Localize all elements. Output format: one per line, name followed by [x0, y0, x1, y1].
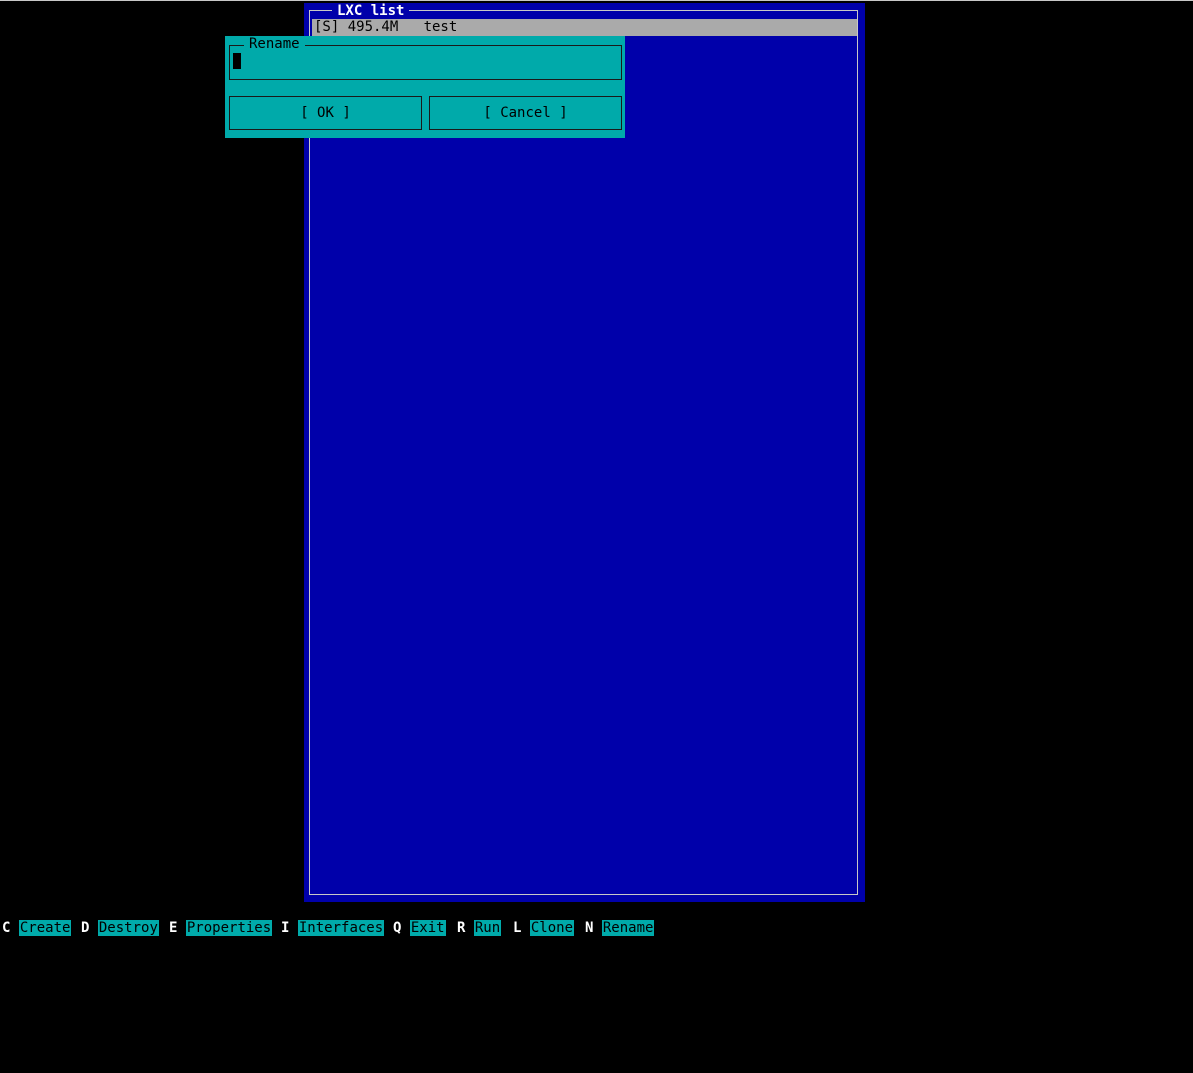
- ok-button[interactable]: [ OK ]: [229, 96, 422, 130]
- rename-field-label: Rename: [244, 36, 305, 52]
- lxc-list-title: LXC list: [332, 3, 410, 19]
- hotkey-label: Clone: [529, 920, 575, 936]
- hotkey-label: Destroy: [97, 920, 159, 936]
- hotkey-label: Run: [473, 920, 502, 936]
- hotkey-properties[interactable]: E Properties: [169, 920, 273, 937]
- hotkey-key: D: [81, 920, 90, 936]
- hotkey-bar: C Create D Destroy E Properties I Interf…: [0, 920, 655, 937]
- hotkey-key: L: [513, 920, 522, 936]
- hotkey-create[interactable]: C Create: [2, 920, 72, 937]
- hotkey-label: Exit: [409, 920, 446, 936]
- rename-dialog: Rename [ OK ] [ Cancel ]: [225, 36, 625, 138]
- hotkey-rename[interactable]: N Rename: [585, 920, 655, 937]
- rename-input[interactable]: [233, 53, 613, 71]
- hotkey-label: Create: [18, 920, 72, 936]
- hotkey-key: N: [585, 920, 594, 936]
- hotkey-exit[interactable]: Q Exit: [393, 920, 446, 937]
- container-list-item[interactable]: [S] 495.4M test: [312, 19, 857, 36]
- hotkey-key: E: [169, 920, 178, 936]
- hotkey-interfaces[interactable]: I Interfaces: [281, 920, 385, 937]
- hotkey-key: I: [281, 920, 290, 936]
- hotkey-key: Q: [393, 920, 402, 936]
- lxc-list-frame: [309, 10, 858, 895]
- hotkey-key: C: [2, 920, 11, 936]
- hotkey-label: Properties: [185, 920, 273, 936]
- hotkey-destroy[interactable]: D Destroy: [81, 920, 159, 937]
- top-border-line: [0, 0, 1193, 1]
- cancel-button[interactable]: [ Cancel ]: [429, 96, 622, 130]
- text-cursor: [233, 53, 241, 69]
- hotkey-run[interactable]: R Run: [457, 920, 502, 937]
- hotkey-key: R: [457, 920, 466, 936]
- hotkey-label: Rename: [601, 920, 655, 936]
- hotkey-clone[interactable]: L Clone: [513, 920, 575, 937]
- hotkey-label: Interfaces: [297, 920, 385, 936]
